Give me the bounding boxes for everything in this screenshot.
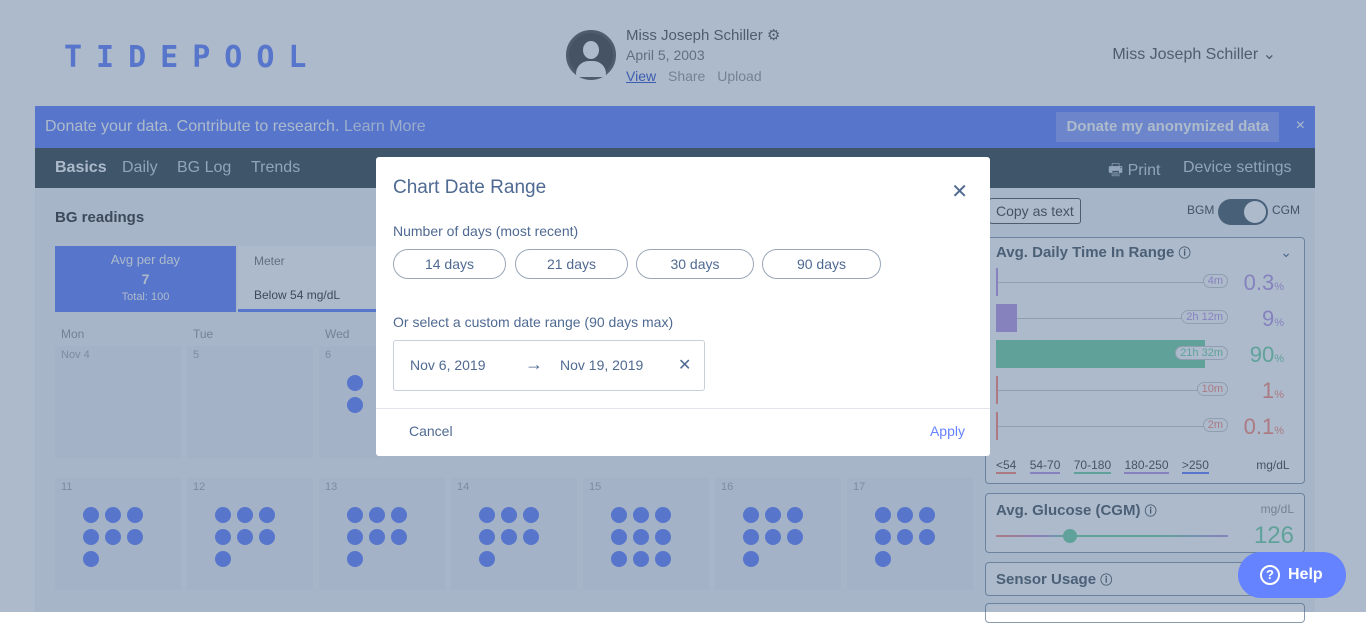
start-date-input[interactable]: Nov 6, 2019 — [410, 357, 486, 373]
help-label: Help — [1288, 566, 1323, 583]
14-days-button[interactable]: 14 days — [393, 249, 506, 279]
custom-range-label: Or select a custom date range (90 days m… — [393, 314, 674, 330]
90-days-button[interactable]: 90 days — [762, 249, 881, 279]
modal-title: Chart Date Range — [393, 177, 547, 198]
21-days-button[interactable]: 21 days — [515, 249, 628, 279]
question-icon: ? — [1260, 565, 1280, 585]
apply-button[interactable]: Apply — [930, 423, 965, 439]
30-days-button[interactable]: 30 days — [636, 249, 754, 279]
date-range-picker[interactable]: Nov 6, 2019 → Nov 19, 2019 ✕ — [393, 340, 705, 391]
help-button[interactable]: ? Help — [1238, 552, 1346, 598]
modal-divider — [376, 408, 990, 409]
end-date-input[interactable]: Nov 19, 2019 — [560, 357, 643, 373]
arrow-right-icon: → — [525, 354, 543, 374]
close-icon[interactable]: ✕ — [951, 179, 968, 204]
clear-dates-icon[interactable]: ✕ — [678, 355, 691, 375]
chart-date-range-modal: Chart Date Range ✕ Number of days (most … — [376, 157, 990, 456]
cancel-button[interactable]: Cancel — [409, 423, 453, 439]
days-label: Number of days (most recent) — [393, 223, 579, 239]
